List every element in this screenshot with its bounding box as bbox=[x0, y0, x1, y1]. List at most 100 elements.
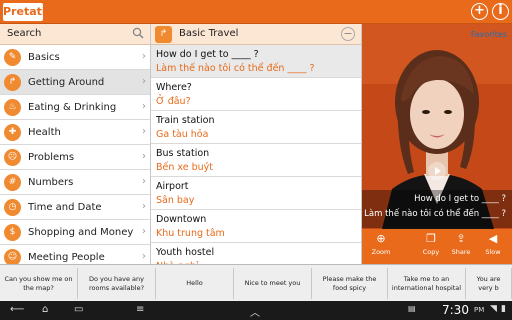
copy-icon: ❐ bbox=[426, 232, 436, 245]
sidebar-item[interactable]: ☹ Problems › bbox=[0, 145, 150, 170]
wifi-icon: ◥ bbox=[490, 304, 497, 314]
gear-icon: ✎ bbox=[4, 49, 21, 66]
caption-vietnamese: Làm thế nào tôi có thể đến ____ ? bbox=[364, 209, 506, 219]
control-label: Slow bbox=[485, 248, 501, 256]
quick-phrase-button[interactable]: Can you show me on the map? bbox=[0, 268, 78, 299]
search-icon[interactable] bbox=[132, 27, 144, 39]
quick-phrase-button[interactable]: You are very b bbox=[466, 268, 512, 299]
sidebar-item[interactable]: ☺ Meeting People › bbox=[0, 245, 150, 264]
chevron-right-icon: › bbox=[142, 101, 146, 112]
chevron-right-icon: › bbox=[142, 176, 146, 187]
sidebar-item[interactable]: $ Shopping and Money › bbox=[0, 220, 150, 245]
app-logo: Pretati bbox=[3, 3, 46, 21]
zoom-button[interactable]: ⊕ Zoom bbox=[366, 229, 396, 264]
sidebar-item-label: Problems bbox=[28, 152, 75, 163]
sidebar-item-label: Eating & Drinking bbox=[28, 102, 117, 113]
phrase-item[interactable]: Bus station Bến xe buýt bbox=[151, 144, 361, 177]
quick-phrase-button[interactable]: Hello bbox=[156, 268, 234, 299]
sidebar-item[interactable]: ✎ Basics › bbox=[0, 45, 150, 70]
caption-english: How do I get to ____ ? bbox=[414, 194, 506, 204]
sidebar-item-label: Time and Date bbox=[28, 202, 102, 213]
sidebar-item-label: Getting Around bbox=[28, 77, 105, 88]
battery-icon: ▮ bbox=[501, 304, 506, 314]
chevron-right-icon: › bbox=[142, 51, 146, 62]
chevron-right-icon: › bbox=[142, 151, 146, 162]
chevron-right-icon: › bbox=[142, 76, 146, 87]
quick-phrase-button[interactable]: Please make the food spicy bbox=[312, 268, 388, 299]
phrase-english: Train station bbox=[156, 115, 215, 126]
recent-apps-icon[interactable]: ▭ bbox=[74, 304, 83, 315]
zoom-icon: ⊕ bbox=[376, 232, 386, 245]
sidebar-item-label: Numbers bbox=[28, 177, 74, 188]
status-icons: ▤ bbox=[408, 304, 416, 313]
menu-icon[interactable]: ≡ bbox=[136, 304, 144, 315]
phrase-item[interactable]: Airport Sân bay bbox=[151, 177, 361, 210]
info-icon[interactable]: i bbox=[492, 3, 509, 20]
phrase-list-title: Basic Travel bbox=[179, 28, 239, 39]
speaker-icon: ◀ bbox=[488, 232, 498, 245]
sidebar-item-label: Health bbox=[28, 127, 61, 138]
search-bar[interactable]: Search bbox=[0, 24, 150, 45]
sidebar-item[interactable]: ♨ Eating & Drinking › bbox=[0, 95, 150, 120]
phrase-english: How do I get to ____ ? bbox=[156, 49, 259, 60]
slow-button[interactable]: ◀ Slow bbox=[478, 229, 508, 264]
play-icon[interactable] bbox=[428, 162, 446, 180]
back-icon[interactable]: ⟵ bbox=[10, 304, 24, 315]
phrase-english: Where? bbox=[156, 82, 192, 93]
video-caption: How do I get to ____ ? Làm thế nào tôi c… bbox=[362, 190, 512, 228]
control-label: Zoom bbox=[371, 248, 391, 256]
share-icon: ⇪ bbox=[456, 232, 466, 245]
cart-icon: $ bbox=[4, 224, 21, 241]
category-sidebar: Search ✎ Basics › ↱ Getting Around › ♨ Eating &… bbox=[0, 24, 151, 264]
phrase-item[interactable]: Downtown Khu trung tâm bbox=[151, 210, 361, 243]
sidebar-item[interactable]: ↱ Getting Around › bbox=[0, 70, 150, 95]
app-header: Pretati + i bbox=[0, 0, 512, 24]
sidebar-item-label: Meeting People bbox=[28, 252, 105, 263]
collapse-icon[interactable]: − bbox=[341, 27, 355, 41]
people-icon: ☺ bbox=[4, 249, 21, 264]
chevron-right-icon: › bbox=[142, 201, 146, 212]
copy-button[interactable]: ❐ Copy bbox=[416, 229, 446, 264]
chevron-right-icon: › bbox=[142, 226, 146, 237]
fork-icon: ♨ bbox=[4, 99, 21, 116]
control-label: Share bbox=[451, 248, 471, 256]
phrase-english: Bus station bbox=[156, 148, 210, 159]
control-label: Copy bbox=[422, 248, 440, 256]
phrase-vietnamese: Ga tàu hỏa bbox=[156, 129, 209, 140]
chevron-right-icon: › bbox=[142, 126, 146, 137]
phrase-item[interactable]: Youth hostelNhà nghỉ bbox=[151, 243, 361, 264]
phrase-item[interactable]: How do I get to ____ ? Làm thế nào tôi có… bbox=[151, 45, 361, 78]
clock-time: 7:30 bbox=[442, 303, 469, 317]
sidebar-item[interactable]: ✚ Health › bbox=[0, 120, 150, 145]
phrase-vietnamese: Bến xe buýt bbox=[156, 162, 213, 173]
phrase-vietnamese: Ở đâu? bbox=[156, 96, 191, 107]
phrase-english: Downtown bbox=[156, 214, 207, 225]
quick-phrase-button[interactable]: Do you have any rooms available? bbox=[78, 268, 156, 299]
face-icon: ☹ bbox=[4, 149, 21, 166]
search-label: Search bbox=[7, 28, 42, 39]
video-controls: ⊕ Zoom ❐ Copy ⇪ Share ◀ Slow bbox=[362, 229, 512, 264]
sidebar-item-label: Basics bbox=[28, 52, 60, 63]
sidebar-item[interactable]: # Numbers › bbox=[0, 170, 150, 195]
clock-ampm: PM bbox=[474, 306, 485, 314]
numbers-icon: # bbox=[4, 174, 21, 191]
clock-icon: ◷ bbox=[4, 199, 21, 216]
home-icon[interactable]: ⌂ bbox=[42, 304, 48, 315]
arrow-icon: ↱ bbox=[155, 26, 172, 43]
arrow-icon: ↱ bbox=[4, 74, 21, 91]
chevron-up-icon[interactable]: ︿ bbox=[250, 304, 260, 319]
favorites-link[interactable]: Favorites bbox=[471, 30, 507, 39]
phrase-item[interactable]: Train station Ga tàu hỏa bbox=[151, 111, 361, 144]
phrase-vietnamese: Khu trung tâm bbox=[156, 228, 225, 239]
sidebar-item-label: Shopping and Money bbox=[28, 227, 134, 238]
phrase-english: Youth hostel bbox=[156, 247, 215, 258]
phrase-item[interactable]: Where? Ở đâu? bbox=[151, 78, 361, 111]
quick-phrase-button[interactable]: Nice to meet you bbox=[234, 268, 312, 299]
sidebar-item[interactable]: ◷ Time and Date › bbox=[0, 195, 150, 220]
share-button[interactable]: ⇪ Share bbox=[446, 229, 476, 264]
add-icon[interactable]: + bbox=[471, 3, 488, 20]
quick-phrase-bar: Can you show me on the map? Do you have a… bbox=[0, 264, 512, 301]
phrase-list-header: ↱ Basic Travel − bbox=[151, 24, 361, 45]
quick-phrase-button[interactable]: Take me to an international hospital bbox=[388, 268, 466, 299]
phrase-english: Airport bbox=[156, 181, 189, 192]
